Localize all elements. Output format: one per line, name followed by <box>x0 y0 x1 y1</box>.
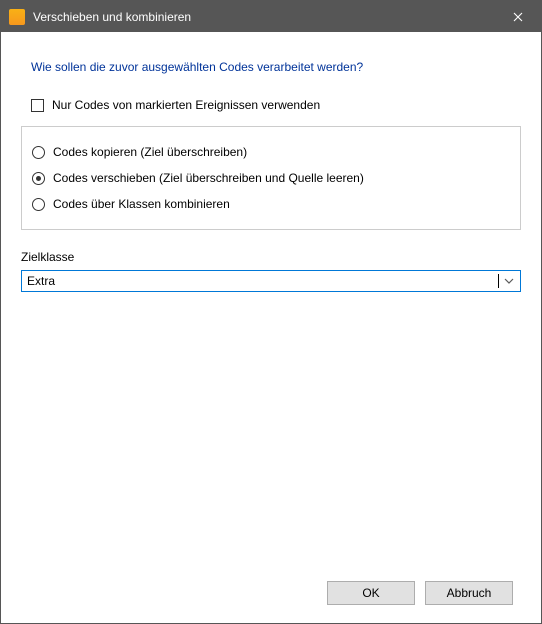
target-class-combobox[interactable]: Extra <box>21 270 521 292</box>
radio-move-codes[interactable]: Codes verschieben (Ziel überschreiben un… <box>22 165 520 191</box>
close-icon <box>513 12 523 22</box>
dialog-body: Wie sollen die zuvor ausgewählten Codes … <box>1 32 541 623</box>
radio-copy-codes[interactable]: Codes kopieren (Ziel überschreiben) <box>22 139 520 165</box>
checkbox-label: Nur Codes von markierten Ereignissen ver… <box>52 98 320 112</box>
spacer <box>13 292 529 581</box>
chevron-down-icon <box>504 278 514 284</box>
dialog-footer: OK Abbruch <box>13 581 529 623</box>
title-bar: Verschieben und kombinieren <box>1 1 541 32</box>
only-coded-events-checkbox[interactable]: Nur Codes von markierten Ereignissen ver… <box>31 98 529 112</box>
dialog-window: Verschieben und kombinieren Wie sollen d… <box>0 0 542 624</box>
window-title: Verschieben und kombinieren <box>33 10 495 24</box>
radio-label: Codes verschieben (Ziel überschreiben un… <box>53 170 364 186</box>
checkbox-icon <box>31 99 44 112</box>
radio-label: Codes über Klassen kombinieren <box>53 196 230 212</box>
button-label: Abbruch <box>447 586 492 600</box>
button-label: OK <box>362 586 379 600</box>
cancel-button[interactable]: Abbruch <box>425 581 513 605</box>
radio-icon <box>32 172 45 185</box>
app-icon <box>9 9 25 25</box>
mode-radio-group: Codes kopieren (Ziel überschreiben) Code… <box>21 126 521 230</box>
radio-icon <box>32 198 45 211</box>
target-class-label: Zielklasse <box>21 250 529 264</box>
radio-combine-codes[interactable]: Codes über Klassen kombinieren <box>22 191 520 217</box>
radio-label: Codes kopieren (Ziel überschreiben) <box>53 144 247 160</box>
instruction-text: Wie sollen die zuvor ausgewählten Codes … <box>31 60 529 74</box>
radio-icon <box>32 146 45 159</box>
combobox-value: Extra <box>22 271 498 291</box>
close-button[interactable] <box>495 1 541 32</box>
combobox-dropdown-button[interactable] <box>498 278 520 284</box>
ok-button[interactable]: OK <box>327 581 415 605</box>
